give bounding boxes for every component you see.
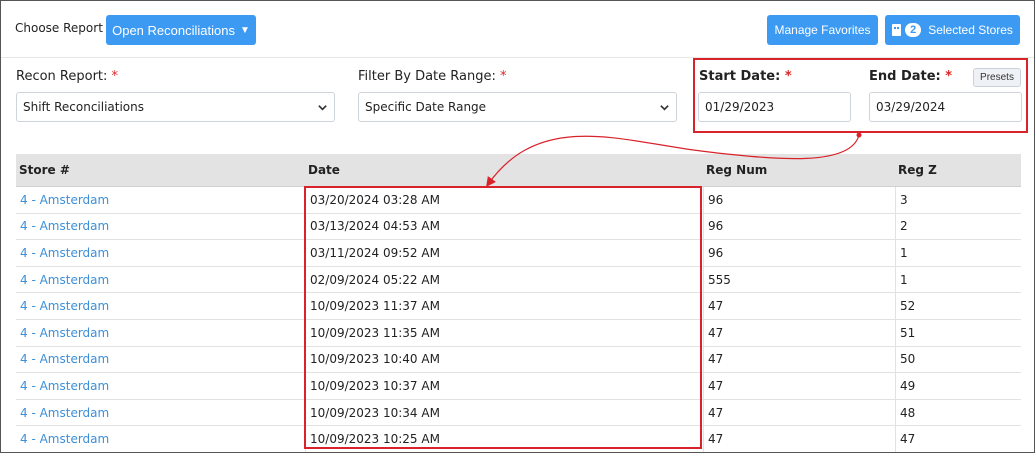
table-row[interactable]: 4 - Amsterdam 10/09/2023 10:25 AM 47 47: [16, 426, 1021, 452]
start-date-label: Start Date: *: [699, 69, 792, 84]
reg-z-cell: 49: [895, 373, 1021, 399]
date-cell: 10/09/2023 11:37 AM: [305, 293, 703, 319]
table-row[interactable]: 4 - Amsterdam 03/11/2024 09:52 AM 96 1: [16, 240, 1021, 267]
reg-num-cell: 96: [703, 187, 895, 213]
selected-stores-button[interactable]: 2 Selected Stores: [885, 15, 1020, 45]
reg-num-cell: 47: [703, 346, 895, 373]
table-body: 4 - Amsterdam 03/20/2024 03:28 AM 96 3 4 - A…: [16, 187, 1021, 452]
store-link[interactable]: 4 - Amsterdam: [16, 267, 305, 293]
presets-button[interactable]: Presets: [973, 68, 1021, 87]
start-date-value: 01/29/2023: [705, 100, 775, 114]
date-cell: 10/09/2023 11:35 AM: [305, 319, 703, 346]
reg-z-cell: 50: [895, 346, 1021, 373]
reg-z-cell: 1: [895, 240, 1021, 266]
selected-stores-label: Selected Stores: [928, 23, 1013, 37]
store-link[interactable]: 4 - Amsterdam: [16, 214, 305, 240]
chevron-down-icon: ▼: [239, 24, 250, 36]
reg-z-cell: 51: [895, 319, 1021, 346]
table-row[interactable]: 4 - Amsterdam 02/09/2024 05:22 AM 555 1: [16, 266, 1021, 294]
open-reconciliations-label: Open Reconciliations: [112, 22, 235, 38]
selected-stores-count-badge: 2: [905, 23, 922, 37]
recon-report-value: Shift Reconciliations: [23, 100, 145, 114]
reg-num-cell: 96: [703, 240, 895, 266]
reg-num-cell: 47: [703, 373, 895, 399]
reconciliations-table: Store # Date Reg Num Reg Z 4 - Amsterdam…: [16, 154, 1021, 452]
date-range-value: Specific Date Range: [365, 100, 487, 114]
end-date-input[interactable]: 03/29/2024: [869, 92, 1022, 122]
chevron-down-icon: [660, 105, 669, 111]
table-header: Store # Date Reg Num Reg Z: [16, 154, 1021, 187]
table-row[interactable]: 4 - Amsterdam 03/20/2024 03:28 AM 96 3: [16, 187, 1021, 214]
column-header-reg-z[interactable]: Reg Z: [895, 154, 1021, 186]
store-link[interactable]: 4 - Amsterdam: [16, 347, 305, 373]
date-cell: 02/09/2024 05:22 AM: [305, 266, 703, 293]
store-link[interactable]: 4 - Amsterdam: [16, 187, 305, 213]
column-header-store[interactable]: Store #: [16, 154, 305, 186]
table-row[interactable]: 4 - Amsterdam 03/13/2024 04:53 AM 96 2: [16, 213, 1021, 241]
start-date-label-text: Start Date:: [699, 69, 781, 84]
date-cell: 10/09/2023 10:34 AM: [305, 399, 703, 426]
required-mark: *: [500, 69, 507, 84]
column-header-date[interactable]: Date: [305, 154, 703, 186]
reg-num-cell: 47: [703, 426, 895, 452]
app-frame: Choose Report Open Reconciliations ▼ Man…: [0, 0, 1035, 453]
reg-num-cell: 47: [703, 319, 895, 346]
reg-num-cell: 96: [703, 213, 895, 240]
reg-num-cell: 555: [703, 266, 895, 293]
date-cell: 03/11/2024 09:52 AM: [305, 240, 703, 266]
column-header-reg-num[interactable]: Reg Num: [703, 154, 895, 186]
required-mark: *: [111, 69, 119, 84]
date-range-select[interactable]: Specific Date Range: [358, 92, 677, 122]
reg-z-cell: 3: [895, 187, 1021, 213]
reg-z-cell: 48: [895, 399, 1021, 426]
recon-report-label-text: Recon Report:: [16, 69, 108, 84]
chevron-down-icon: [318, 105, 327, 111]
reg-z-cell: 2: [895, 213, 1021, 240]
start-date-input[interactable]: 01/29/2023: [698, 92, 851, 122]
table-row[interactable]: 4 - Amsterdam 10/09/2023 11:37 AM 47 52: [16, 293, 1021, 320]
recon-report-select[interactable]: Shift Reconciliations: [16, 92, 335, 122]
reg-z-cell: 1: [895, 266, 1021, 293]
date-cell: 03/13/2024 04:53 AM: [305, 213, 703, 240]
manage-favorites-button[interactable]: Manage Favorites: [767, 15, 878, 45]
open-reconciliations-button[interactable]: Open Reconciliations ▼: [106, 15, 256, 45]
reg-z-cell: 52: [895, 293, 1021, 319]
reg-num-cell: 47: [703, 399, 895, 426]
date-range-label-text: Filter By Date Range:: [358, 69, 496, 84]
reg-z-cell: 47: [895, 426, 1021, 452]
store-link[interactable]: 4 - Amsterdam: [16, 400, 305, 426]
date-cell: 10/09/2023 10:25 AM: [305, 426, 703, 452]
table-row[interactable]: 4 - Amsterdam 10/09/2023 10:34 AM 47 48: [16, 399, 1021, 427]
required-mark: *: [784, 69, 792, 84]
store-link[interactable]: 4 - Amsterdam: [16, 240, 305, 266]
store-link[interactable]: 4 - Amsterdam: [16, 293, 305, 319]
date-cell: 10/09/2023 10:37 AM: [305, 373, 703, 399]
date-range-label: Filter By Date Range: *: [358, 69, 507, 84]
store-link[interactable]: 4 - Amsterdam: [16, 426, 305, 452]
end-date-label: End Date: *: [869, 69, 952, 84]
end-date-label-text: End Date:: [869, 69, 941, 84]
date-cell: 10/09/2023 10:40 AM: [305, 346, 703, 373]
store-link[interactable]: 4 - Amsterdam: [16, 373, 305, 399]
top-bar: Choose Report Open Reconciliations ▼ Man…: [1, 1, 1034, 58]
store-icon: [892, 24, 902, 36]
table-row[interactable]: 4 - Amsterdam 10/09/2023 10:37 AM 47 49: [16, 373, 1021, 400]
recon-report-label: Recon Report: *: [16, 69, 118, 84]
required-mark: *: [945, 69, 953, 84]
manage-favorites-label: Manage Favorites: [774, 23, 871, 37]
table-row[interactable]: 4 - Amsterdam 10/09/2023 10:40 AM 47 50: [16, 346, 1021, 374]
date-cell: 03/20/2024 03:28 AM: [305, 187, 703, 213]
choose-report-label: Choose Report: [15, 21, 103, 35]
table-row[interactable]: 4 - Amsterdam 10/09/2023 11:35 AM 47 51: [16, 319, 1021, 347]
reg-num-cell: 47: [703, 293, 895, 319]
store-link[interactable]: 4 - Amsterdam: [16, 320, 305, 346]
end-date-value: 03/29/2024: [876, 100, 946, 114]
